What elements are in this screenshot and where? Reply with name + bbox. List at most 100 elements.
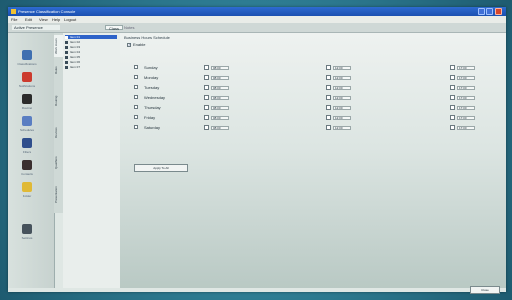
day-label: Tuesday xyxy=(144,85,160,90)
break-time[interactable]: 12:00 xyxy=(326,85,351,90)
apply-to-all-button[interactable]: Apply To All xyxy=(134,164,188,172)
start-time[interactable]: 08:00 xyxy=(204,75,229,80)
start-time[interactable]: 08:00 xyxy=(204,95,229,100)
break-time-value[interactable]: 12:00 xyxy=(333,125,351,130)
end-time-value[interactable]: 17:00 xyxy=(457,95,475,100)
day-checkbox[interactable] xyxy=(134,85,138,89)
close-window-button[interactable]: Close xyxy=(470,286,500,294)
menu-bar: File Edit View Help Logout xyxy=(8,16,506,23)
break-time[interactable]: 12:00 xyxy=(326,105,351,110)
minimize-button[interactable] xyxy=(478,8,485,15)
day-checkbox[interactable] xyxy=(134,65,138,69)
nav-item-settings[interactable]: Settings xyxy=(17,224,37,242)
day-row-sunday: Sunday 08:00 12:00 17:00 xyxy=(130,64,500,71)
tree-node-icon xyxy=(65,40,68,44)
start-time-value[interactable]: 08:00 xyxy=(211,65,229,70)
tab-qualifiers[interactable]: Qualifiers xyxy=(54,149,63,177)
window-title: Presence Classification Console xyxy=(18,9,76,14)
end-time-value[interactable]: 17:00 xyxy=(457,125,475,130)
day-label: Thursday xyxy=(144,105,161,110)
menu-view[interactable]: View xyxy=(39,17,48,22)
end-time-value[interactable]: 17:00 xyxy=(457,75,475,80)
break-time-value[interactable]: 12:00 xyxy=(333,115,351,120)
start-time-value[interactable]: 08:00 xyxy=(211,115,229,120)
break-time-value[interactable]: 12:00 xyxy=(333,95,351,100)
menu-help[interactable]: Help xyxy=(52,17,60,22)
end-time[interactable]: 17:00 xyxy=(450,65,475,70)
break-time-value[interactable]: 12:00 xyxy=(333,75,351,80)
start-time-value[interactable]: 08:00 xyxy=(211,95,229,100)
application-window: Presence Classification Console File Edi… xyxy=(8,7,506,292)
close-button[interactable] xyxy=(495,8,502,15)
end-time[interactable]: 17:00 xyxy=(450,105,475,110)
start-time-value[interactable]: 08:00 xyxy=(211,75,229,80)
nav-label: Notifications xyxy=(18,84,36,87)
checkbox[interactable] xyxy=(127,42,131,47)
tree-node-icon xyxy=(65,45,68,49)
start-time[interactable]: 08:00 xyxy=(204,125,229,130)
nav-item-folder[interactable]: Folder xyxy=(17,182,37,200)
nav-item-filters[interactable]: Filters xyxy=(17,138,37,156)
end-time-value[interactable]: 17:00 xyxy=(457,85,475,90)
day-label: Monday xyxy=(144,75,159,80)
end-time[interactable]: 17:00 xyxy=(450,85,475,90)
nav-label: Contacts xyxy=(21,172,33,175)
break-time-value[interactable]: 12:00 xyxy=(333,105,351,110)
tree-item[interactable]: Item 02 xyxy=(65,40,117,44)
tab-presentation[interactable]: Presentation xyxy=(54,179,63,211)
end-time-value[interactable]: 17:00 xyxy=(457,105,475,110)
start-time-value[interactable]: 08:00 xyxy=(211,105,229,110)
tab-notes[interactable]: Notes xyxy=(121,25,137,30)
tree-item[interactable]: Item 05 xyxy=(65,55,117,59)
maximize-button[interactable] xyxy=(486,8,493,15)
tree-item[interactable]: Item 07 xyxy=(65,65,117,69)
day-checkbox[interactable] xyxy=(134,105,138,109)
tree-item[interactable]: Item 06 xyxy=(65,60,117,64)
break-time[interactable]: 12:00 xyxy=(326,65,351,70)
start-time[interactable]: 08:00 xyxy=(204,85,229,90)
end-time[interactable]: 17:00 xyxy=(450,75,475,80)
menu-file[interactable]: File xyxy=(11,17,17,22)
tree-item-label: Item 06 xyxy=(70,60,81,64)
enable-checkbox[interactable]: Enable xyxy=(127,42,145,47)
day-label: Friday xyxy=(144,115,156,120)
start-time[interactable]: 08:00 xyxy=(204,105,229,110)
break-time-value[interactable]: 12:00 xyxy=(333,65,351,70)
break-time[interactable]: 12:00 xyxy=(326,125,351,130)
menu-edit[interactable]: Edit xyxy=(25,17,32,22)
day-checkbox[interactable] xyxy=(134,115,138,119)
nav-item-routing[interactable]: Routing xyxy=(17,94,37,112)
tab-rules[interactable]: Rules xyxy=(54,59,63,81)
tab-devices[interactable]: Devices xyxy=(54,121,63,145)
start-time[interactable]: 08:00 xyxy=(204,115,229,120)
tree-item[interactable]: Item 01 xyxy=(65,35,117,39)
end-time[interactable]: 17:00 xyxy=(450,95,475,100)
break-time-value[interactable]: 12:00 xyxy=(333,85,351,90)
nav-item-classifications[interactable]: Classifications xyxy=(17,50,37,68)
day-checkbox[interactable] xyxy=(134,95,138,99)
break-time[interactable]: 12:00 xyxy=(326,75,351,80)
end-time-value[interactable]: 17:00 xyxy=(457,115,475,120)
nav-item-schedules[interactable]: Schedules xyxy=(17,116,37,134)
end-time-value[interactable]: 17:00 xyxy=(457,65,475,70)
menu-logout[interactable]: Logout xyxy=(64,17,76,22)
end-time[interactable]: 17:00 xyxy=(450,115,475,120)
start-time-value[interactable]: 08:00 xyxy=(211,125,229,130)
break-time[interactable]: 12:00 xyxy=(326,95,351,100)
day-checkbox[interactable] xyxy=(134,125,138,129)
tree-item[interactable]: Item 03 xyxy=(65,45,117,49)
break-time[interactable]: 12:00 xyxy=(326,115,351,120)
start-time-value[interactable]: 08:00 xyxy=(211,85,229,90)
day-checkbox[interactable] xyxy=(134,75,138,79)
tab-work-hours[interactable]: Work Hours xyxy=(54,35,63,57)
alert-icon xyxy=(22,72,32,82)
tree-item-label: Item 04 xyxy=(70,50,81,54)
tree-item[interactable]: Item 04 xyxy=(65,50,117,54)
tab-routing[interactable]: Routing xyxy=(54,87,63,115)
active-presence-selector[interactable]: Active Presence xyxy=(12,25,60,30)
end-time[interactable]: 17:00 xyxy=(450,125,475,130)
start-time[interactable]: 08:00 xyxy=(204,65,229,70)
section-title: Business Hours Schedule xyxy=(124,35,170,40)
nav-item-notifications[interactable]: Notifications xyxy=(17,72,37,90)
nav-item-contacts[interactable]: Contacts xyxy=(17,160,37,178)
